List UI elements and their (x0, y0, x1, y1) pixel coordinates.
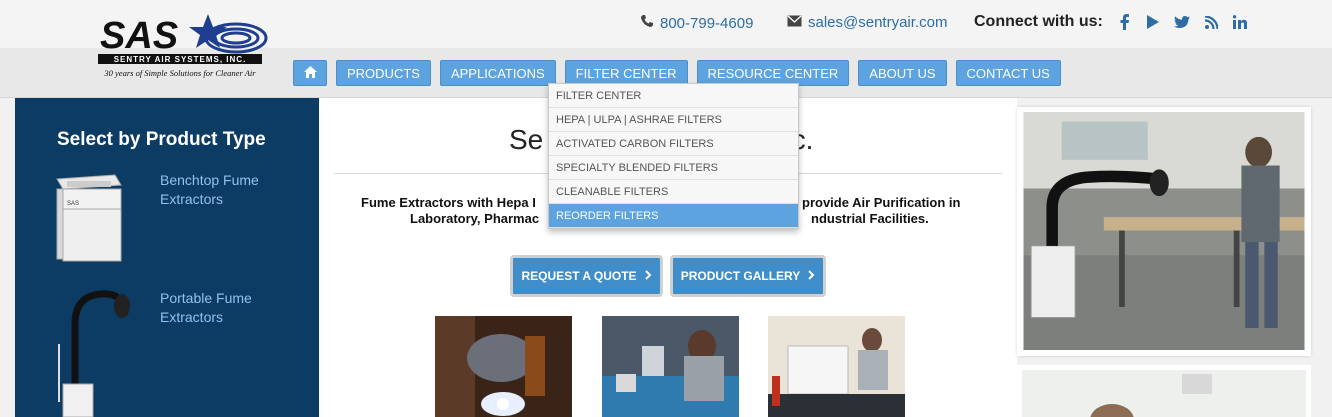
nav-about-us[interactable]: ABOUT US (858, 60, 947, 86)
logo-text: SAS (100, 15, 178, 57)
envelope-icon (787, 14, 802, 31)
tagline-line1-right: provide Air Purification in (802, 195, 961, 210)
dropdown-item-hepa-ulpa-ashrae[interactable]: HEPA | ULPA | ASHRAE FILTERS (549, 108, 798, 132)
benchtop-extractor-image[interactable]: SAS (49, 171, 125, 267)
portable-extractor-image[interactable] (49, 284, 135, 417)
request-quote-button[interactable]: REQUEST A QUOTE (510, 255, 663, 297)
nav-products[interactable]: PRODUCTS (336, 60, 431, 86)
twitter-icon[interactable] (1174, 12, 1190, 32)
lab-station-photo[interactable] (768, 316, 905, 417)
tagline-line1-left: Fume Extractors with Hepa I (361, 195, 536, 210)
chevron-right-icon (644, 269, 652, 283)
portable-label-line2[interactable]: Extractors (160, 308, 280, 327)
phone-link[interactable]: 800-799-4609 (640, 14, 753, 32)
logo-subtitle: SENTRY AIR SYSTEMS, INC. (114, 55, 247, 64)
email-link[interactable]: sales@sentryair.com (787, 14, 947, 31)
benchtop-label-line2[interactable]: Extractors (160, 190, 280, 209)
request-quote-label: REQUEST A QUOTE (521, 269, 637, 283)
product-gallery-button[interactable]: PRODUCT GALLERY (670, 255, 826, 297)
tagline-line2-right: ndustrial Facilities. (811, 211, 929, 226)
company-logo[interactable]: SAS SENTRY AIR SYSTEMS, INC. 30 years of… (96, 10, 268, 82)
page-title: Se nc. (509, 124, 813, 156)
logo-tagline: 30 years of Simple Solutions for Cleaner… (103, 68, 256, 78)
product-gallery-label: PRODUCT GALLERY (680, 269, 801, 283)
youtube-icon[interactable] (1145, 12, 1161, 32)
home-button[interactable] (293, 60, 327, 86)
rss-icon[interactable] (1203, 12, 1219, 32)
tagline-line2-left: Laboratory, Pharmac (410, 211, 540, 226)
dropdown-item-filter-center[interactable]: FILTER CENTER (549, 84, 798, 108)
nav-applications[interactable]: APPLICATIONS (439, 60, 556, 86)
lab-worker-photo[interactable] (602, 316, 739, 417)
sidebar-title: Select by Product Type (57, 129, 266, 150)
linkedin-icon[interactable] (1232, 12, 1248, 32)
filter-center-dropdown: FILTER CENTER HEPA | ULPA | ASHRAE FILTE… (548, 83, 799, 229)
facebook-icon[interactable] (1116, 12, 1132, 32)
home-icon (303, 65, 317, 81)
portable-label-line1[interactable]: Portable Fume (160, 289, 280, 308)
secondary-product-photo[interactable] (1017, 365, 1311, 417)
phone-icon (640, 14, 654, 32)
email-address[interactable]: sales@sentryair.com (808, 14, 947, 31)
social-icons (1116, 12, 1248, 32)
connect-label: Connect with us: (974, 13, 1103, 30)
portable-extractors-link[interactable]: Portable Fume Extractors (160, 289, 280, 327)
benchtop-extractors-link[interactable]: Benchtop Fume Extractors (160, 171, 280, 209)
product-type-sidebar: Select by Product Type SAS Benchtop Fume… (15, 98, 319, 417)
dropdown-item-cleanable[interactable]: CLEANABLE FILTERS (549, 180, 798, 204)
svg-text:SAS: SAS (67, 201, 79, 207)
dropdown-item-activated-carbon[interactable]: ACTIVATED CARBON FILTERS (549, 132, 798, 156)
chevron-right-icon (808, 269, 815, 283)
benchtop-label-line1[interactable]: Benchtop Fume (160, 171, 280, 190)
dropdown-item-reorder[interactable]: REORDER FILTERS (549, 204, 798, 228)
nav-contact-us[interactable]: CONTACT US (955, 60, 1061, 86)
welding-photo[interactable] (435, 316, 572, 417)
page-title-left: Se (509, 124, 544, 155)
logo-star-icon (189, 14, 268, 54)
dropdown-item-specialty-blended[interactable]: SPECIALTY BLENDED FILTERS (549, 156, 798, 180)
phone-number[interactable]: 800-799-4609 (660, 15, 753, 32)
featured-product-photo[interactable] (1017, 107, 1311, 356)
